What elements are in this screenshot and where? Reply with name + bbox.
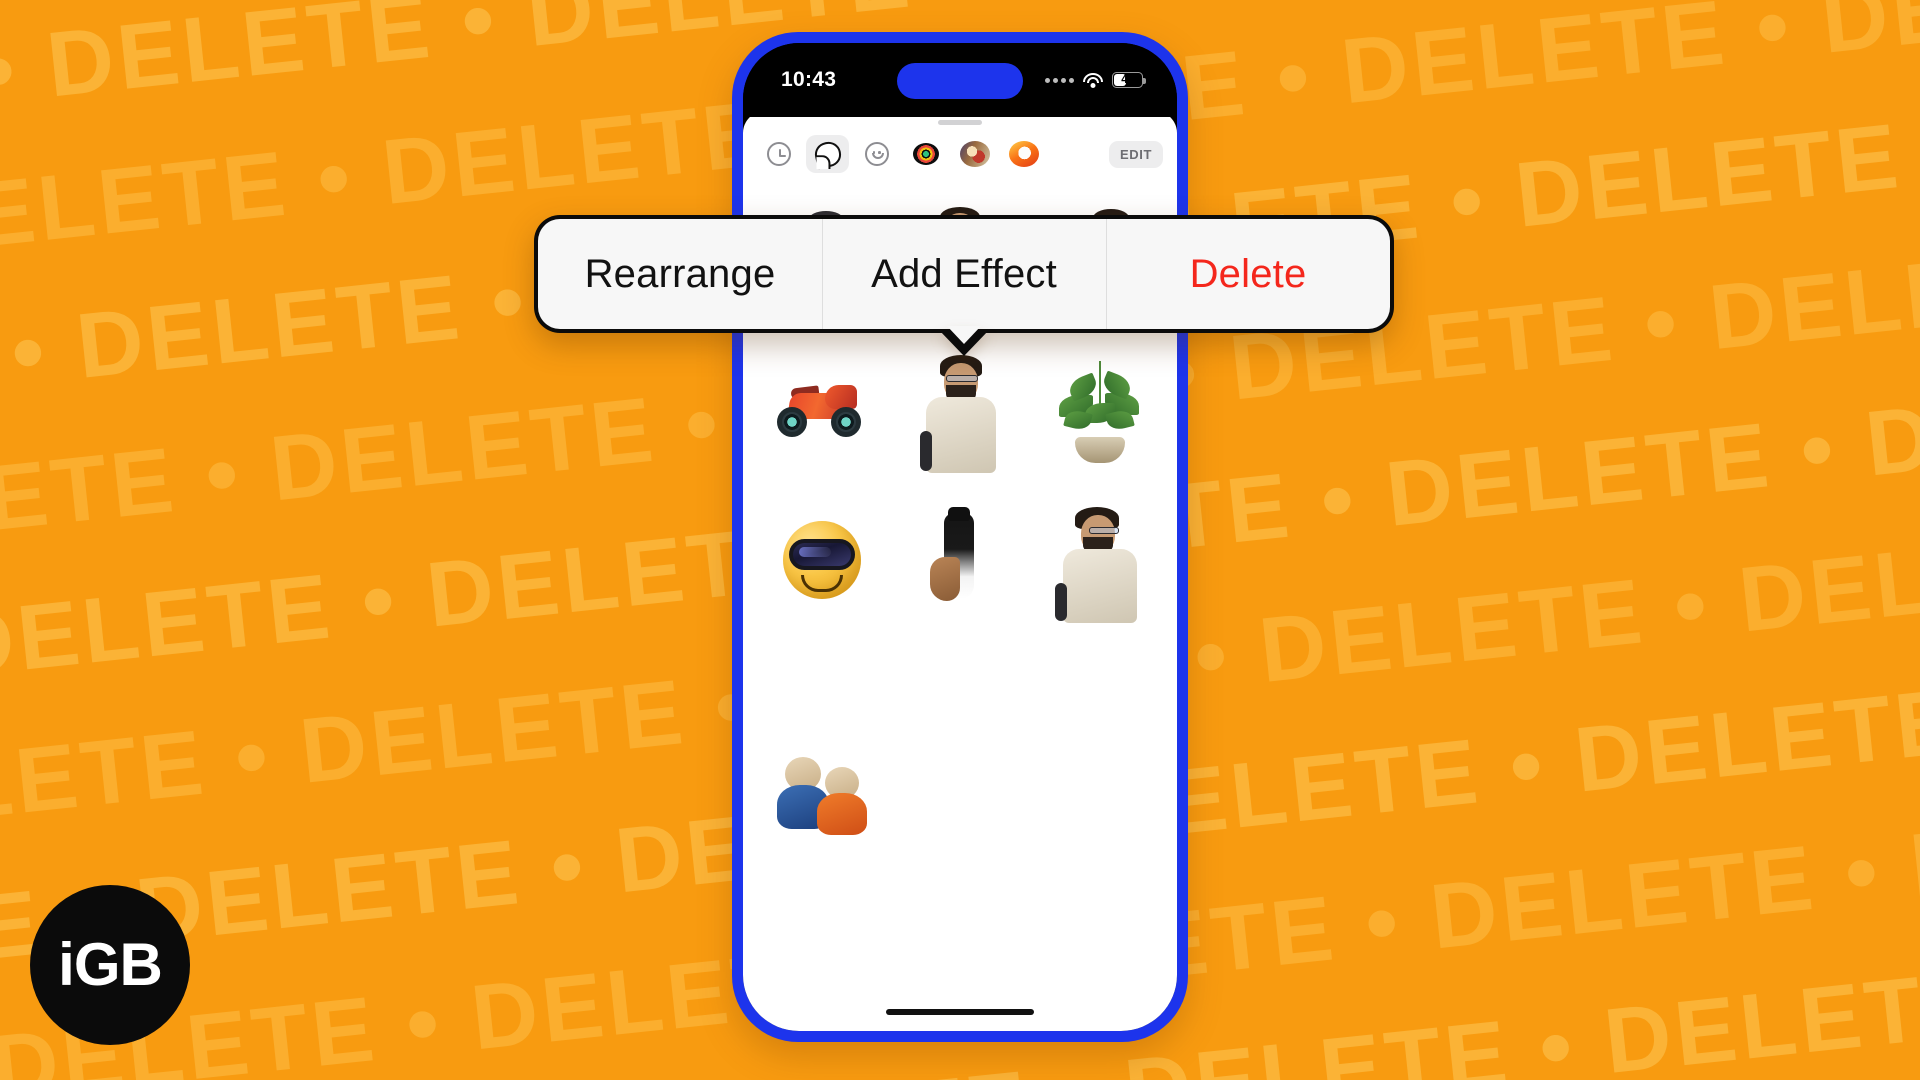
sticker-category-recents[interactable]: [757, 135, 800, 173]
sticker-item[interactable]: [751, 639, 890, 835]
sticker-category-pack-vinyl[interactable]: [904, 135, 947, 173]
sticker-item[interactable]: [751, 339, 890, 489]
vision-pro-smiley-sticker: [771, 505, 871, 623]
battery-icon: 41: [1112, 72, 1146, 88]
edit-button[interactable]: EDIT: [1108, 140, 1163, 168]
status-time: 10:43: [781, 68, 837, 91]
wifi-icon: [1083, 72, 1103, 88]
igb-logo-text: iGB: [58, 931, 163, 998]
sticker-item[interactable]: [1030, 489, 1169, 639]
bg-pattern-row: DELETE • DELETE • DELETE • DELETE • DELE…: [0, 0, 1920, 27]
hand-holding-water-bottle-sticker: [910, 505, 1010, 623]
photo-sticker-icon: [959, 141, 990, 167]
dynamic-island: [897, 63, 1023, 99]
iphone-mockup: 10:43 41 EDIT: [732, 32, 1188, 1042]
cellular-signal-icon: [1045, 77, 1074, 83]
sticker-category-pack-photo[interactable]: [953, 135, 996, 173]
status-indicators: 41: [1045, 72, 1146, 88]
red-motorcycle-sticker: [771, 355, 871, 473]
home-indicator: [886, 1009, 1034, 1015]
clock-icon: [766, 142, 791, 166]
sticker-category-stickers[interactable]: [806, 135, 849, 173]
battery-level: 41: [1121, 74, 1134, 86]
sticker-item[interactable]: [751, 489, 890, 639]
sticker-item[interactable]: [890, 489, 1029, 639]
sticker-item[interactable]: [1030, 339, 1169, 489]
phone-screen: 10:43 41 EDIT: [743, 43, 1177, 1031]
hand-sticker-icon: [1008, 141, 1039, 167]
smiley-icon: [864, 142, 889, 166]
context-menu-rearrange[interactable]: Rearrange: [538, 219, 822, 329]
context-menu-pointer: [939, 326, 989, 356]
two-monk-figurines-sticker: [771, 655, 871, 835]
context-menu-add-effect[interactable]: Add Effect: [822, 219, 1106, 329]
vinyl-record-sticker-icon: [911, 141, 941, 167]
bg-pattern-row: DELETE • DELETE • DELETE • DELETE • DELE…: [0, 915, 1920, 1080]
sticker-icon: [812, 139, 843, 169]
status-bar: 10:43 41: [743, 43, 1177, 117]
context-menu-items: Rearrange Add Effect Delete: [538, 219, 1390, 329]
sticker-category-pack-hand[interactable]: [1002, 135, 1045, 173]
igb-logo: iGB: [30, 885, 190, 1045]
sticker-context-menu: Rearrange Add Effect Delete: [534, 215, 1394, 356]
sticker-category-emoji[interactable]: [855, 135, 898, 173]
context-menu-delete[interactable]: Delete: [1106, 219, 1390, 329]
man-beige-shirt-seated-sticker: [910, 355, 1010, 473]
sticker-category-toolbar: EDIT: [743, 125, 1177, 185]
sticker-item[interactable]: [890, 339, 1029, 489]
potted-plant-sticker: [1049, 355, 1149, 473]
man-beige-shirt-side-sticker: [1049, 505, 1149, 623]
